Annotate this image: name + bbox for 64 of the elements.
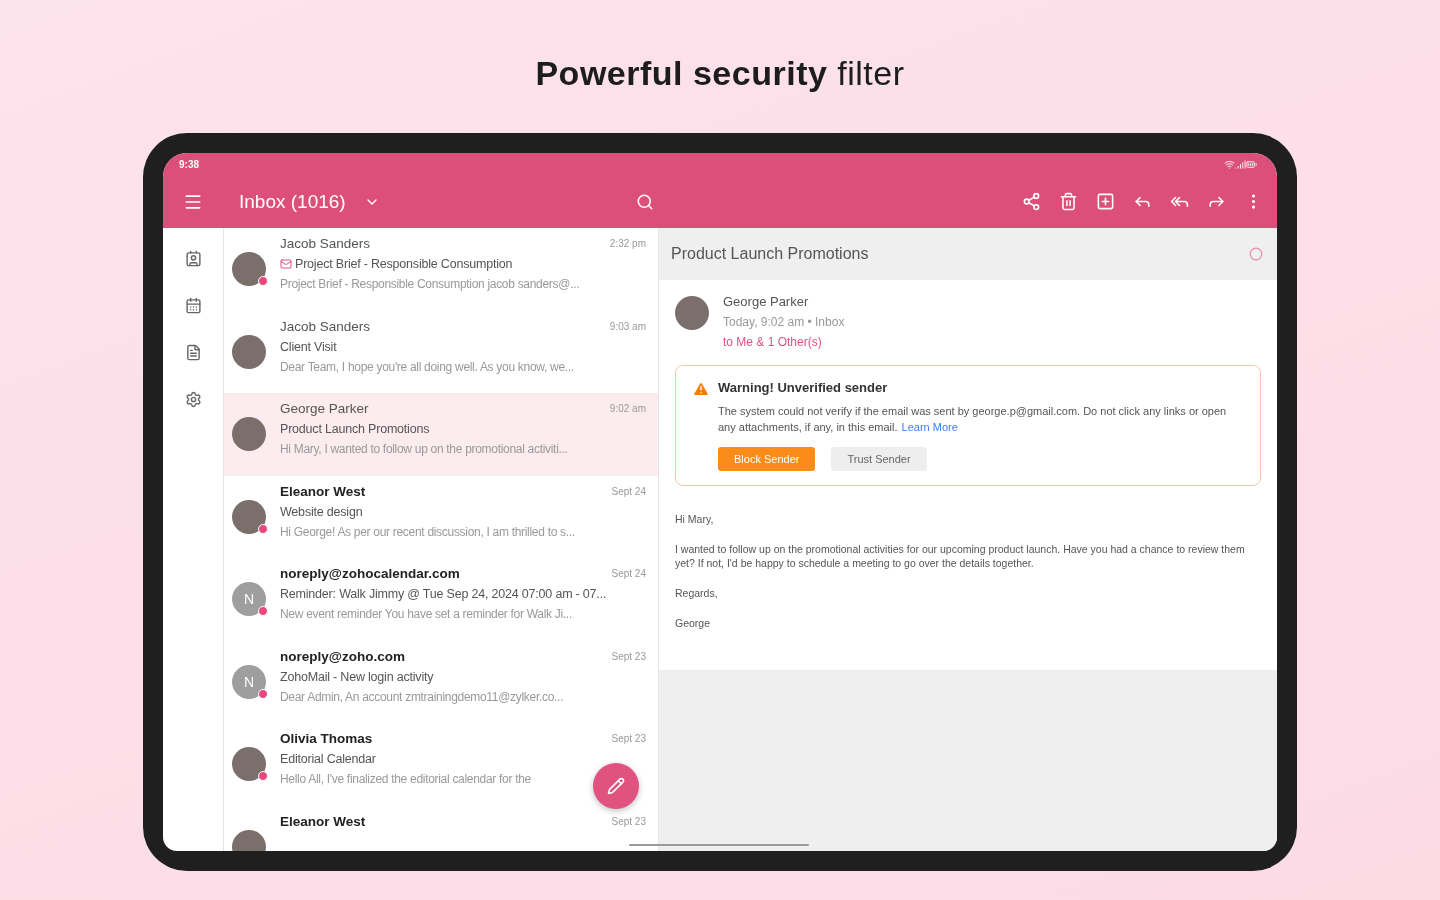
email-preview: New event reminder You have set a reminder for Walk Ji... [280, 607, 573, 621]
sender-name: noreply@zoho.com [280, 648, 405, 664]
email-preview: Hello All, I've finalized the editorial calendar for the [280, 772, 532, 786]
status-time: 9:38 [179, 158, 199, 170]
contact-card-icon[interactable] [184, 250, 202, 267]
gesture-handle[interactable] [629, 844, 809, 846]
message-subject: Product Launch Promotions [671, 245, 869, 263]
email-row[interactable]: George Parker 9:02 am Product Launch Promotions Hi Mary, I wanted to follow up on the promotional activiti... [224, 393, 658, 476]
warning-icon [692, 380, 710, 398]
email-time: 9:03 am [609, 320, 646, 332]
email-time: Sept 23 [611, 650, 646, 662]
calendar-icon[interactable] [184, 297, 202, 314]
status-icons [1224, 158, 1257, 170]
message-paragraph: George [675, 616, 712, 630]
email-preview: Hi George! As per our recent discussion, I am thrilled to s... [280, 524, 576, 539]
email-time: Sept 24 [611, 485, 646, 497]
share-icon[interactable] [1022, 192, 1041, 211]
letter-avatar: N [232, 582, 266, 616]
email-time: Sept 23 [611, 733, 646, 744]
email-time: Sept 24 [611, 568, 646, 579]
sender-name: Olivia Thomas [280, 731, 373, 746]
email-subject: Website design [280, 504, 364, 519]
email-preview: Hi Mary, I wanted to follow up on the promotional activiti... [280, 442, 569, 456]
sender-name: Eleanor West [280, 813, 366, 829]
sender-name: Jacob Sanders [280, 236, 371, 251]
sender-name: George Parker [280, 401, 369, 416]
sender-name: Jacob Sanders [280, 318, 371, 334]
trash-icon[interactable] [1059, 192, 1078, 211]
warning-text: The system could not verify if the email was sent by george.p@gmail.com. Do not click any links or open any attachments, if any, in this email. Learn More [718, 404, 1228, 435]
email-time: Sept 23 [611, 815, 646, 827]
avatar-placeholder [675, 296, 709, 330]
circle-icon[interactable] [1249, 247, 1263, 261]
settings-icon[interactable] [184, 391, 202, 408]
email-subject: Project Brief - Responsible Consumption [280, 257, 646, 271]
document-icon[interactable] [184, 344, 202, 361]
message-meta: Today, 9:02 am • Inbox [723, 315, 845, 329]
sender-name: noreply@zohocalendar.com [280, 566, 460, 581]
message-paragraph: Regards, [675, 586, 719, 600]
email-preview: Dear Team, I hope you're all doing well. As you know, we... [280, 359, 575, 374]
pencil-icon [607, 777, 625, 795]
email-subject: Editorial Calendar [280, 752, 377, 766]
avatar-placeholder [232, 417, 266, 451]
add-box-icon[interactable] [1096, 192, 1115, 211]
warning-title: Warning! Unverified sender [718, 380, 889, 395]
sender-name: Eleanor West [280, 483, 366, 499]
email-subject: Reminder: Walk Jimmy @ Tue Sep 24, 2024 07:00 am - 07... [280, 587, 608, 601]
email-subject: Client Visit [280, 339, 338, 354]
sender-name: George Parker [723, 294, 810, 309]
headline: Powerful security filter [535, 54, 905, 93]
recipients-link[interactable]: to Me & 1 Other(s) [723, 335, 845, 349]
message-paragraph: Hi Mary, [675, 512, 715, 526]
email-subject: ZohoMail - New login activity [280, 669, 435, 684]
email-subject: Product Launch Promotions [280, 422, 431, 436]
email-preview: Dear Admin, An account zmtrainingdemo11@zylker.co... [280, 689, 565, 704]
trust-button[interactable]: Trust Sender [831, 447, 927, 471]
learn-more-link[interactable]: Learn More [901, 421, 958, 433]
email-preview: Project Brief - Responsible Consumption jacob sanders@... [280, 277, 581, 291]
email-time: 9:02 am [609, 403, 646, 414]
letter-avatar: N [232, 664, 266, 699]
message-paragraph: I wanted to follow up on the promotional activities for our upcoming product launch. Have you had a chance to review them yet? If not, I'd be happy to schedule a meeting to go over the details together. [675, 542, 1246, 570]
search-icon[interactable] [635, 192, 654, 211]
avatar-placeholder [232, 334, 266, 369]
email-time: 2:32 pm [609, 238, 646, 249]
folder-title[interactable]: Inbox (1016) [239, 190, 346, 213]
